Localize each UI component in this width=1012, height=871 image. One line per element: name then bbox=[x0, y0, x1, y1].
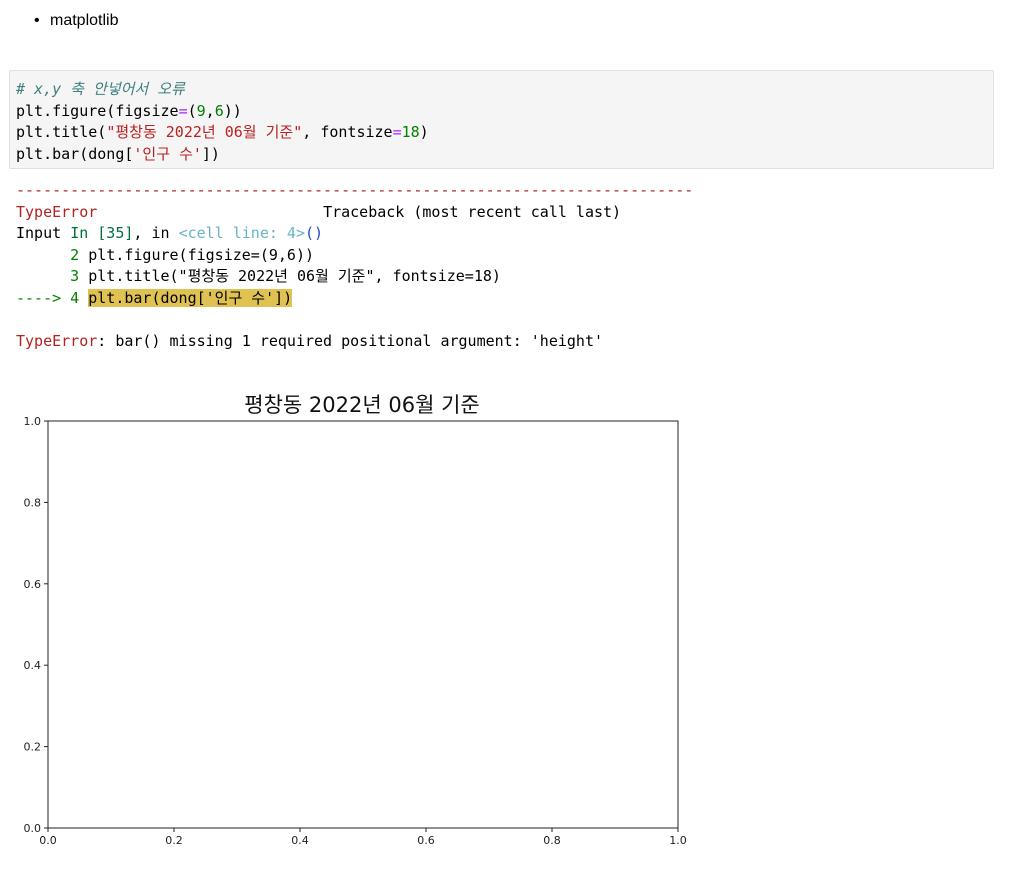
traceback-line-code: plt.figure(figsize=(9,6)) bbox=[88, 245, 315, 264]
x-axis: 0.0 0.2 0.4 0.6 0.8 1.0 bbox=[39, 828, 687, 847]
chart-title: 평창동 2022년 06월 기준 bbox=[244, 393, 479, 417]
code-token: , bbox=[205, 101, 215, 120]
list-item: • matplotlib bbox=[30, 8, 118, 34]
input-prefix: Input bbox=[16, 224, 71, 242]
code-token: , fontsize bbox=[302, 123, 393, 141]
y-tick-label: 0.2 bbox=[24, 741, 42, 754]
cell-parens: () bbox=[305, 224, 324, 242]
x-tick-label: 0.0 bbox=[39, 834, 57, 847]
traceback-header: Traceback (most recent call last) bbox=[323, 202, 622, 221]
plot-area bbox=[47, 420, 679, 829]
error-name: TypeError bbox=[16, 202, 98, 221]
bullet-icon: • bbox=[34, 12, 40, 29]
code-editor[interactable]: # x,y 축 안넣어서 오류 plt.figure(figsize=(9,6)… bbox=[16, 79, 429, 165]
y-tick-label: 0.6 bbox=[24, 578, 42, 591]
traceback-line-number: 3 bbox=[16, 267, 89, 285]
y-axis: 0.0 0.2 0.4 0.6 0.8 1.0 bbox=[24, 415, 48, 835]
code-number: 6 bbox=[214, 101, 224, 120]
code-number: 9 bbox=[196, 101, 206, 120]
markdown-list: • matplotlib bbox=[30, 8, 118, 34]
x-tick-label: 1.0 bbox=[669, 834, 687, 847]
code-token: plt.figure(figsize bbox=[16, 101, 179, 120]
code-token: plt.bar(dong[ bbox=[16, 144, 134, 163]
x-tick-label: 0.2 bbox=[165, 834, 183, 847]
code-token: ) bbox=[419, 123, 429, 141]
code-string: "평창동 2022년 06월 기준" bbox=[106, 123, 303, 141]
in-separator: , in bbox=[133, 224, 179, 242]
cell-line-ref: <cell line: 4> bbox=[178, 224, 305, 242]
x-tick-label: 0.6 bbox=[417, 834, 435, 847]
y-tick-label: 0.4 bbox=[24, 659, 42, 672]
code-token: ]) bbox=[201, 144, 220, 163]
code-number: 18 bbox=[401, 123, 420, 141]
error-output: ----------------------------------------… bbox=[16, 180, 693, 352]
traceback-separator: ----------------------------------------… bbox=[16, 181, 694, 199]
x-tick-label: 0.4 bbox=[291, 834, 309, 847]
chart-svg: 평창동 2022년 06월 기준 0.0 0.2 0.4 0.6 0.8 1.0 0.00… bbox=[24, 393, 687, 847]
code-token: )) bbox=[223, 101, 242, 120]
traceback-text: ----------------------------------------… bbox=[16, 180, 693, 352]
code-comment: # x,y 축 안넣어서 오류 bbox=[16, 80, 185, 98]
code-token: ( bbox=[187, 101, 197, 120]
final-error-message: : bar() missing 1 required positional ar… bbox=[97, 331, 604, 350]
traceback-spacer bbox=[97, 203, 323, 221]
final-error-name: TypeError bbox=[16, 331, 98, 350]
y-tick-label: 0.0 bbox=[24, 822, 42, 835]
code-operator: = bbox=[178, 101, 188, 120]
y-tick-label: 0.8 bbox=[24, 496, 42, 509]
code-token: plt.title( bbox=[16, 123, 107, 141]
code-cell[interactable]: # x,y 축 안넣어서 오류 plt.figure(figsize=(9,6)… bbox=[9, 70, 994, 169]
code-string: '인구 수' bbox=[133, 144, 202, 163]
traceback-arrow: ----> 4 bbox=[16, 288, 89, 307]
list-item-text: matplotlib bbox=[50, 12, 119, 29]
in-label: In [35] bbox=[70, 224, 134, 242]
figure-output: 평창동 2022년 06월 기준 0.0 0.2 0.4 0.6 0.8 1.0 0.0 0… bbox=[0, 380, 700, 860]
traceback-line-number: 2 bbox=[16, 245, 89, 264]
x-tick-label: 0.8 bbox=[543, 834, 561, 847]
y-tick-label: 1.0 bbox=[24, 415, 42, 428]
code-operator: = bbox=[392, 123, 402, 141]
highlighted-error-line: plt.bar(dong['인구 수']) bbox=[88, 288, 293, 307]
traceback-line-code: plt.title("평창동 2022년 06월 기준", fontsize=1… bbox=[88, 267, 501, 285]
